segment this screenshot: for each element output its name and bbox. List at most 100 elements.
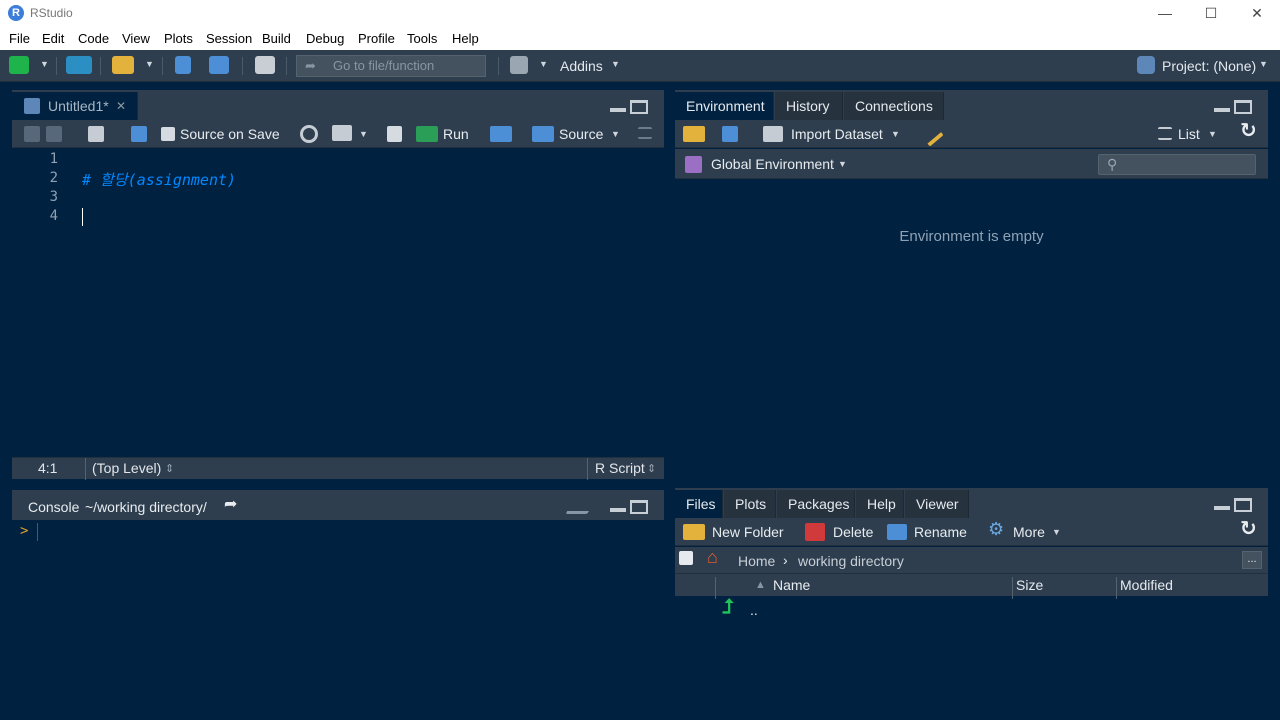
menu-edit[interactable]: Edit	[42, 31, 64, 46]
tab-plots[interactable]: Plots	[724, 490, 776, 518]
save-all-icon[interactable]	[209, 56, 229, 74]
rerun-icon[interactable]	[490, 126, 512, 142]
project-button[interactable]: Project: (None)	[1162, 58, 1256, 74]
list-view-dropdown-icon[interactable]: ▼	[1208, 129, 1217, 139]
list-view-button[interactable]: List	[1178, 125, 1200, 143]
code-tools-dropdown-icon[interactable]: ▼	[359, 129, 368, 139]
run-icon[interactable]	[416, 126, 438, 142]
menu-profile[interactable]: Profile	[358, 31, 395, 46]
compile-report-icon[interactable]	[387, 126, 402, 142]
minimize-pane-icon[interactable]	[610, 108, 626, 112]
new-file-dropdown-icon[interactable]: ▼	[40, 59, 49, 69]
console-tab[interactable]: Console	[28, 498, 79, 516]
close-button[interactable]: ✕	[1234, 0, 1280, 28]
run-button[interactable]: Run	[443, 125, 469, 143]
go-to-file-input[interactable]: ➦ Go to file/function	[296, 55, 486, 77]
forward-arrow-icon[interactable]	[46, 126, 62, 142]
source-on-save-checkbox[interactable]	[161, 127, 175, 141]
save-icon[interactable]	[175, 56, 191, 74]
column-modified[interactable]: Modified	[1120, 577, 1173, 593]
tab-packages[interactable]: Packages	[777, 490, 855, 518]
rename-button[interactable]: Rename	[914, 523, 967, 541]
minimize-pane-icon[interactable]	[610, 508, 626, 512]
menu-plots[interactable]: Plots	[164, 31, 193, 46]
more-dropdown-icon[interactable]: ▼	[1052, 527, 1061, 537]
open-recent-dropdown-icon[interactable]: ▼	[145, 59, 154, 69]
menu-build[interactable]: Build	[262, 31, 291, 46]
file-type-selector[interactable]: R Script	[595, 460, 645, 476]
menu-help[interactable]: Help	[452, 31, 479, 46]
select-all-checkbox[interactable]	[679, 551, 693, 565]
new-folder-button[interactable]: New Folder	[712, 523, 784, 541]
global-environment-selector[interactable]: Global Environment	[711, 155, 834, 173]
refresh-files-icon[interactable]: ↻	[1240, 519, 1257, 539]
save-workspace-icon[interactable]	[722, 126, 738, 142]
code-tools-wand-icon[interactable]	[332, 125, 352, 141]
line-number: 3	[49, 189, 58, 205]
maximize-pane-icon[interactable]	[630, 500, 648, 514]
menu-debug[interactable]: Debug	[306, 31, 344, 46]
text-cursor	[82, 208, 83, 226]
parent-directory-link[interactable]: ..	[750, 602, 758, 618]
more-button[interactable]: More	[1013, 523, 1045, 541]
menu-session[interactable]: Session	[206, 31, 252, 46]
import-dataset-button[interactable]: Import Dataset	[791, 125, 883, 143]
menu-tools[interactable]: Tools	[407, 31, 437, 46]
load-workspace-icon[interactable]	[683, 126, 705, 142]
tab-files[interactable]: Files	[675, 490, 723, 518]
overflow-button[interactable]: ...	[1242, 551, 1262, 569]
home-icon[interactable]: ⌂	[707, 548, 718, 566]
document-outline-icon[interactable]	[638, 127, 652, 139]
column-size[interactable]: Size	[1016, 577, 1043, 593]
tab-untitled1[interactable]: Untitled1* ✕	[12, 92, 138, 120]
minimize-button[interactable]: —	[1142, 0, 1188, 28]
environment-search-input[interactable]: ⚲	[1098, 154, 1256, 175]
clear-workspace-broom-icon[interactable]	[918, 121, 944, 147]
scope-selector[interactable]: (Top Level)	[92, 460, 161, 476]
addins-button[interactable]: Addins	[560, 58, 603, 74]
code-editor[interactable]: 1 2 3 4 # 할당(assignment)	[12, 148, 664, 458]
global-environment-dropdown-icon[interactable]: ▼	[838, 159, 847, 169]
back-arrow-icon[interactable]	[24, 126, 40, 142]
breadcrumb-home[interactable]: Home	[738, 552, 775, 570]
column-name[interactable]: Name	[773, 577, 810, 593]
menu-code[interactable]: Code	[78, 31, 109, 46]
show-in-window-icon[interactable]	[88, 126, 104, 142]
import-dataset-icon[interactable]	[763, 126, 783, 142]
tab-connections[interactable]: Connections	[844, 92, 944, 120]
go-to-directory-icon[interactable]: ➦	[224, 496, 237, 514]
import-dataset-dropdown-icon[interactable]: ▼	[891, 129, 900, 139]
open-file-icon[interactable]	[112, 56, 134, 74]
breadcrumb-working-directory[interactable]: working directory	[798, 552, 904, 570]
maximize-pane-icon[interactable]	[1234, 100, 1252, 114]
maximize-pane-icon[interactable]	[630, 100, 648, 114]
clear-console-broom-icon[interactable]	[565, 498, 597, 514]
maximize-pane-icon[interactable]	[1234, 498, 1252, 512]
pane-layout-icon[interactable]	[510, 56, 528, 74]
menu-file[interactable]: File	[9, 31, 30, 46]
pane-layout-dropdown-icon[interactable]: ▼	[539, 59, 548, 69]
save-file-icon[interactable]	[131, 126, 147, 142]
tab-help[interactable]: Help	[856, 490, 904, 518]
tab-environment[interactable]: Environment	[675, 92, 774, 120]
minimize-pane-icon[interactable]	[1214, 506, 1230, 510]
find-replace-icon[interactable]	[300, 125, 318, 143]
table-row[interactable]: ⮥ ..	[675, 596, 1268, 622]
new-file-icon[interactable]	[9, 56, 29, 74]
print-icon[interactable]	[255, 56, 275, 74]
tab-history[interactable]: History	[775, 92, 843, 120]
new-project-icon[interactable]	[66, 56, 92, 74]
tab-viewer[interactable]: Viewer	[905, 490, 969, 518]
close-tab-icon[interactable]: ✕	[116, 92, 126, 120]
source-icon[interactable]	[532, 126, 554, 142]
delete-button[interactable]: Delete	[833, 523, 873, 541]
source-button[interactable]: Source	[559, 125, 603, 143]
menu-view[interactable]: View	[122, 31, 150, 46]
refresh-environment-icon[interactable]: ↻	[1240, 121, 1257, 141]
maximize-button[interactable]: ☐	[1188, 0, 1234, 28]
addins-dropdown-icon[interactable]: ▼	[611, 59, 620, 69]
source-dropdown-icon[interactable]: ▼	[611, 129, 620, 139]
minimize-pane-icon[interactable]	[1214, 108, 1230, 112]
console-output[interactable]: >	[12, 520, 664, 712]
project-dropdown-icon[interactable]: ▼	[1259, 59, 1268, 69]
